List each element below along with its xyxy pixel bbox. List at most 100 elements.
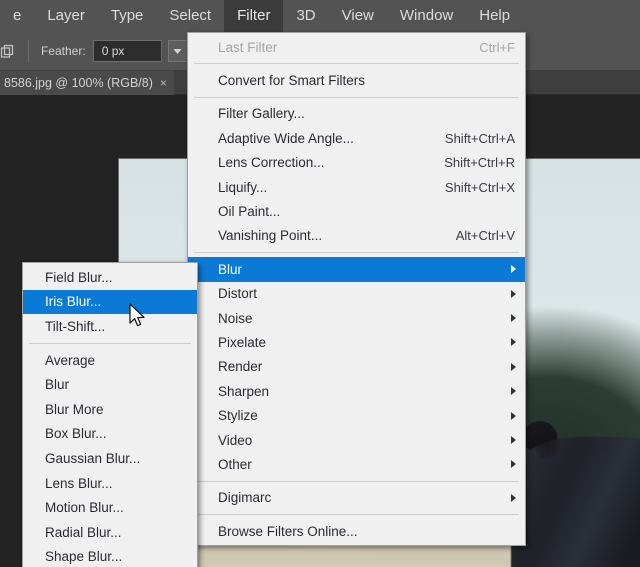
chevron-right-icon bbox=[511, 411, 516, 420]
menubar-item-layer[interactable]: Layer bbox=[34, 0, 98, 32]
menubar-item-view[interactable]: View bbox=[329, 0, 387, 32]
menu-item-adaptive-wide-angle[interactable]: Adaptive Wide Angle... Shift+Ctrl+A bbox=[188, 126, 525, 150]
menu-item-browse-filters-online[interactable]: Browse Filters Online... bbox=[188, 519, 525, 543]
menubar-item-3d[interactable]: 3D bbox=[283, 0, 328, 32]
menu-item-distort[interactable]: Distort bbox=[188, 282, 525, 306]
menu-item-average[interactable]: Average bbox=[23, 348, 197, 373]
document-tab-title: 8586.jpg @ 100% (RGB/8) bbox=[4, 75, 153, 90]
menu-item-label: Other bbox=[218, 456, 252, 472]
chevron-right-icon bbox=[511, 338, 516, 347]
menu-item-label: Stylize bbox=[218, 408, 258, 424]
menu-item-convert-for-smart-filters[interactable]: Convert for Smart Filters bbox=[188, 68, 525, 92]
menu-item-label: Pixelate bbox=[218, 334, 267, 350]
menu-item-label: Sharpen bbox=[218, 383, 270, 399]
menu-item-lens-correction[interactable]: Lens Correction... Shift+Ctrl+R bbox=[188, 151, 525, 175]
menubar-item-select[interactable]: Select bbox=[156, 0, 224, 32]
menubar-item-window[interactable]: Window bbox=[387, 0, 466, 32]
menu-item-liquify[interactable]: Liquify... Shift+Ctrl+X bbox=[188, 175, 525, 199]
menu-item-label: Filter Gallery... bbox=[218, 106, 305, 122]
menu-item-other[interactable]: Other bbox=[188, 452, 525, 476]
menu-bar: e Layer Type Select Filter 3D View Window Help bbox=[0, 0, 640, 32]
menu-item-label: Liquify... bbox=[218, 179, 268, 195]
menu-item-iris-blur[interactable]: Iris Blur... bbox=[23, 289, 197, 315]
chevron-right-icon bbox=[511, 362, 516, 371]
menu-item-field-blur[interactable]: Field Blur... bbox=[23, 265, 197, 290]
menu-item-label: Oil Paint... bbox=[218, 204, 281, 220]
menu-item-label: Noise bbox=[218, 310, 253, 326]
menubar-item-e[interactable]: e bbox=[0, 0, 34, 32]
menu-item-label: Video bbox=[218, 432, 253, 448]
menu-item-sharpen[interactable]: Sharpen bbox=[188, 379, 525, 403]
chevron-right-icon bbox=[511, 460, 516, 469]
menu-separator bbox=[194, 480, 519, 482]
menu-item-label: Distort bbox=[218, 286, 258, 302]
menu-item-label: Blur More bbox=[45, 401, 104, 417]
menu-item-render[interactable]: Render bbox=[188, 355, 525, 379]
menubar-item-label: View bbox=[341, 7, 374, 24]
menu-item-pixelate[interactable]: Pixelate bbox=[188, 330, 525, 354]
copy-layer-icon[interactable] bbox=[0, 39, 20, 63]
menu-item-shortcut: Shift+Ctrl+A bbox=[444, 130, 515, 146]
photoshop-window: e Layer Type Select Filter 3D View Window Help F… bbox=[0, 0, 640, 567]
document-tab[interactable]: 8586.jpg @ 100% (RGB/8) × bbox=[0, 70, 174, 95]
menubar-item-label: Layer bbox=[47, 7, 85, 24]
menu-item-label: Tilt-Shift... bbox=[45, 318, 106, 334]
menubar-item-filter[interactable]: Filter bbox=[224, 0, 284, 32]
menu-item-gaussian-blur[interactable]: Gaussian Blur... bbox=[23, 446, 197, 471]
menu-item-filter-gallery[interactable]: Filter Gallery... bbox=[188, 102, 525, 126]
menu-item-label: Browse Filters Online... bbox=[218, 523, 358, 539]
menu-item-label: Convert for Smart Filters bbox=[218, 73, 366, 89]
menu-item-label: Box Blur... bbox=[45, 426, 107, 442]
menu-item-label: Blur bbox=[45, 377, 70, 393]
menu-item-label: Motion Blur... bbox=[45, 500, 124, 516]
menu-item-shortcut: Alt+Ctrl+V bbox=[455, 228, 515, 244]
menubar-item-label: Help bbox=[479, 7, 511, 24]
menu-item-label: Radial Blur... bbox=[45, 524, 122, 540]
feather-label: Feather: bbox=[41, 44, 86, 58]
menu-separator bbox=[194, 514, 519, 516]
menu-item-stylize[interactable]: Stylize bbox=[188, 403, 525, 427]
menu-item-vanishing-point[interactable]: Vanishing Point... Alt+Ctrl+V bbox=[188, 224, 525, 248]
menu-item-label: Lens Correction... bbox=[218, 155, 325, 171]
chevron-down-icon[interactable] bbox=[167, 40, 188, 62]
menu-item-blur-more[interactable]: Blur More bbox=[23, 397, 197, 422]
menu-item-blur[interactable]: Blur bbox=[188, 257, 525, 282]
chevron-right-icon bbox=[511, 289, 516, 298]
menubar-item-label: 3D bbox=[296, 7, 316, 24]
menu-item-blur[interactable]: Blur bbox=[23, 372, 197, 397]
blur-submenu-dropdown[interactable]: Field Blur... Iris Blur... Tilt-Shift... Av… bbox=[22, 262, 198, 567]
menu-item-label: Iris Blur... bbox=[45, 294, 102, 310]
menu-item-label: Vanishing Point... bbox=[218, 228, 323, 244]
feather-input[interactable]: 0 px bbox=[92, 40, 162, 62]
menu-separator bbox=[194, 63, 519, 65]
menu-item-label: Gaussian Blur... bbox=[45, 450, 141, 466]
options-divider bbox=[28, 40, 29, 62]
menu-item-last-filter: Last Filter Ctrl+F bbox=[188, 35, 525, 59]
menu-item-label: Shape Blur... bbox=[45, 549, 123, 565]
menu-item-oil-paint[interactable]: Oil Paint... bbox=[188, 199, 525, 223]
menu-separator bbox=[194, 252, 519, 254]
menubar-item-label: Window bbox=[399, 7, 454, 24]
menu-item-label: Blur bbox=[218, 261, 243, 277]
chevron-right-icon bbox=[511, 493, 516, 502]
menubar-item-help[interactable]: Help bbox=[466, 0, 523, 32]
menu-item-lens-blur[interactable]: Lens Blur... bbox=[23, 471, 197, 496]
menu-item-box-blur[interactable]: Box Blur... bbox=[23, 422, 197, 447]
menu-item-digimarc[interactable]: Digimarc bbox=[188, 486, 525, 510]
menu-item-shape-blur[interactable]: Shape Blur... bbox=[23, 545, 197, 567]
menu-item-label: Adaptive Wide Angle... bbox=[218, 130, 354, 146]
chevron-right-icon bbox=[511, 314, 516, 323]
filter-menu-dropdown[interactable]: Last Filter Ctrl+F Convert for Smart Filte… bbox=[187, 32, 526, 547]
menubar-item-label: Filter bbox=[237, 7, 271, 24]
close-icon[interactable]: × bbox=[160, 76, 167, 90]
menu-item-video[interactable]: Video bbox=[188, 428, 525, 452]
menu-item-noise[interactable]: Noise bbox=[188, 306, 525, 330]
menu-item-motion-blur[interactable]: Motion Blur... bbox=[23, 495, 197, 520]
chevron-right-icon bbox=[511, 436, 516, 445]
menu-item-tilt-shift[interactable]: Tilt-Shift... bbox=[23, 314, 197, 339]
menu-item-label: Render bbox=[218, 359, 263, 375]
menubar-item-label: Select bbox=[169, 7, 212, 24]
menu-item-radial-blur[interactable]: Radial Blur... bbox=[23, 520, 197, 545]
menubar-item-type[interactable]: Type bbox=[98, 0, 157, 32]
photo-person-figure bbox=[511, 437, 640, 567]
